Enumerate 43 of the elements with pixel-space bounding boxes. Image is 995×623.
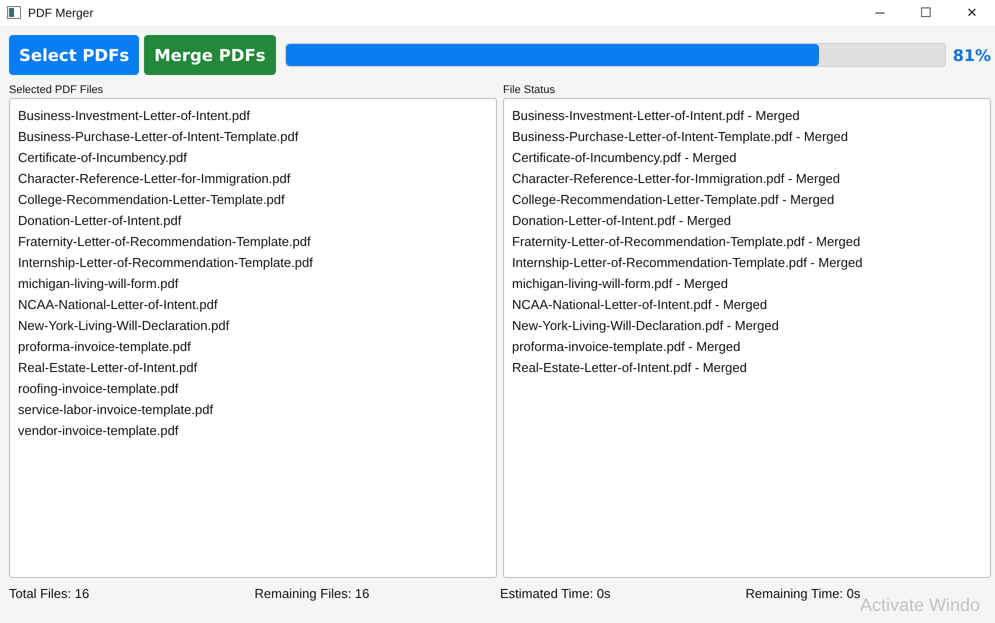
status-item[interactable]: Internship-Letter-of-Recommendation-Template.pdf - Merged [512,252,982,273]
file-item[interactable]: Donation-Letter-of-Intent.pdf [18,210,488,231]
merge-button[interactable]: Merge PDFs [144,35,276,75]
file-item[interactable]: vendor-invoice-template.pdf [18,420,488,441]
status-text: Estimated Time: 0s [500,586,612,601]
status-text: Remaining Time: 0s [746,586,860,601]
status-item[interactable]: michigan-living-will-form.pdf - Merged [512,273,982,294]
status-item[interactable]: New-York-Living-Will-Declaration.pdf - Merged [512,315,982,336]
status-item[interactable]: Business-Investment-Letter-of-Intent.pdf - Merged [512,105,982,126]
status-item[interactable]: NCAA-National-Letter-of-Intent.pdf - Merged [512,294,982,315]
file-item[interactable]: Business-Purchase-Letter-of-Intent-Template.pdf [18,126,488,147]
status-item[interactable]: Fraternity-Letter-of-Recommendation-Template.pdf - Merged [512,231,982,252]
status-item[interactable]: proforma-invoice-template.pdf - Merged [512,336,982,357]
file-item[interactable]: Character-Reference-Letter-for-Immigration.pdf [18,168,488,189]
maximize-button[interactable]: ☐ [903,0,949,25]
file-item[interactable]: Business-Investment-Letter-of-Intent.pdf [18,105,488,126]
status-item[interactable]: Certificate-of-Incumbency.pdf - Merged [512,147,982,168]
file-item[interactable]: service-labor-invoice-template.pdf [18,399,488,420]
file-item[interactable]: roofing-invoice-template.pdf [18,378,488,399]
file-item[interactable]: Real-Estate-Letter-of-Intent.pdf [18,357,488,378]
app-icon [7,6,21,19]
window-title: PDF Merger [28,6,94,20]
status-item[interactable]: Business-Purchase-Letter-of-Intent-Template.pdf - Merged [512,126,982,147]
file-item[interactable]: NCAA-National-Letter-of-Intent.pdf [18,294,488,315]
status-item[interactable]: Character-Reference-Letter-for-Immigration.pdf - Merged [512,168,982,189]
file-item[interactable]: michigan-living-will-form.pdf [18,273,488,294]
status-item[interactable]: Donation-Letter-of-Intent.pdf - Merged [512,210,982,231]
file-item[interactable]: Certificate-of-Incumbency.pdf [18,147,488,168]
status-text: Total Files: 16 [9,586,90,601]
progress-percent: 81% [952,46,991,64]
status-item[interactable]: Real-Estate-Letter-of-Intent.pdf - Merged [512,357,982,378]
file-item[interactable]: New-York-Living-Will-Declaration.pdf [18,315,488,336]
status-text: Remaining Files: 16 [254,586,370,601]
select-button[interactable]: Select PDFs [9,35,140,75]
close-button[interactable]: ✕ [949,0,995,25]
file-item[interactable]: Internship-Letter-of-Recommendation-Template.pdf [18,252,488,273]
status-item[interactable]: College-Recommendation-Letter-Template.pdf - Merged [512,189,982,210]
file-item[interactable]: proforma-invoice-template.pdf [18,336,488,357]
panel-label: File Status [503,82,556,98]
minimize-button[interactable]: ─ [857,0,903,25]
panel-label: Selected PDF Files [9,82,104,98]
file-item[interactable]: College-Recommendation-Letter-Template.pdf [18,189,488,210]
file-item[interactable]: Fraternity-Letter-of-Recommendation-Template.pdf [18,231,488,252]
